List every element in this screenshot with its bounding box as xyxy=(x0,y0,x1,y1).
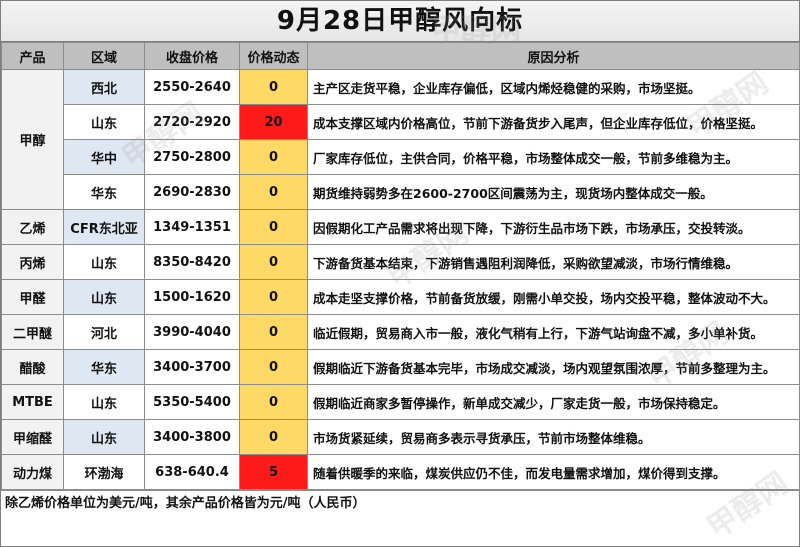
reason-cell: 市场货紧延续，贸易商多表示寻货承压，节前市场整体维稳。 xyxy=(307,419,800,455)
table-row: 甲醇 西北 2550-2640 0 主产区走货平稳，企业库存偏低，区域内烯烃稳健… xyxy=(1,69,800,210)
region-cell: 河北 xyxy=(63,314,145,350)
change-cell: 0 xyxy=(239,174,308,210)
price-cell: 3400-3800 xyxy=(144,419,240,455)
product-cell: 醋酸 xyxy=(1,349,64,385)
product-cell: 甲醛 xyxy=(1,279,64,315)
region-cell: 华中 xyxy=(63,139,145,175)
price-cell: 3990-4040 xyxy=(144,314,240,350)
table-row: 丙烯 山东 8350-8420 0 下游备货基本结束，下游销售遇阻利润降低，采购… xyxy=(1,244,800,280)
change-cell: 0 xyxy=(239,244,308,280)
price-table: 产品 区域 收盘价格 价格动态 原因分析 甲醇 西北 2550-2640 0 主… xyxy=(1,42,800,490)
region-cell: 山东 xyxy=(63,244,145,280)
change-cell: 0 xyxy=(239,419,308,455)
region-cell: 山东 xyxy=(63,279,145,315)
price-cell: 3400-3700 xyxy=(144,349,240,385)
table-row: 华东 2690-2830 0 期货维持弱势多在2600-2700区间震荡为主，现… xyxy=(2,174,800,210)
table-row: 甲缩醛 山东 3400-3800 0 市场货紧延续，贸易商多表示寻货承压，节前市… xyxy=(1,419,800,455)
price-cell: 1349-1351 xyxy=(144,209,240,245)
region-cell: 山东 xyxy=(63,419,145,455)
table-row: 山东 2720-2920 20 成本支撑区域内价格高位，节前下游备货步入尾声，但… xyxy=(2,104,800,140)
reason-cell: 成本支撑区域内价格高位，节前下游备货步入尾声，但企业库存低位，价格坚挺。 xyxy=(307,104,800,140)
table-row: 二甲醚 河北 3990-4040 0 临近假期，贸易商入市一般，液化气稍有上行，… xyxy=(1,314,800,350)
reason-cell: 假期临近下游备货基本完毕，市场成交减淡，场内观望氛围浓厚，节前多整理为主。 xyxy=(307,349,800,385)
price-cell: 5350-5400 xyxy=(144,384,240,420)
price-cell: 2750-2800 xyxy=(144,139,240,175)
change-cell: 20 xyxy=(239,104,308,140)
product-cell: MTBE xyxy=(1,384,64,420)
change-cell: 0 xyxy=(239,314,308,350)
header-product: 产品 xyxy=(1,42,64,70)
change-cell: 0 xyxy=(239,384,308,420)
price-cell: 2690-2830 xyxy=(144,174,240,210)
reason-cell: 期货维持弱势多在2600-2700区间震荡为主，现货场内整体成交一般。 xyxy=(307,174,800,210)
change-cell: 0 xyxy=(239,69,308,105)
table-row: 动力煤 环渤海 638-640.4 5 随着供暖季的来临，煤炭供应仍不佳，而发电… xyxy=(1,454,800,490)
change-cell: 0 xyxy=(239,349,308,385)
region-cell: 西北 xyxy=(63,69,145,105)
product-cell: 甲缩醛 xyxy=(1,419,64,455)
header-change: 价格动态 xyxy=(239,42,308,70)
region-cell: 山东 xyxy=(63,104,145,140)
price-cell: 2550-2640 xyxy=(144,69,240,105)
price-cell: 1500-1620 xyxy=(144,279,240,315)
reason-cell: 假期临近商家多暂停操作，新单成交减少，厂家走货一般，市场保持稳定。 xyxy=(307,384,800,420)
report-container: 9月28日甲醇风向标 产品 区域 收盘价格 价格动态 原因分析 甲醇 西北 25… xyxy=(0,0,800,547)
table-row: 华中 2750-2800 0 厂家库存低位，主供合同，价格平稳，市场整体成交一般… xyxy=(2,139,800,175)
price-cell: 8350-8420 xyxy=(144,244,240,280)
reason-cell: 随着供暖季的来临，煤炭供应仍不佳，而发电量需求增加，煤价得到支撑。 xyxy=(307,454,800,490)
table-row: 乙烯 CFR东北亚 1349-1351 0 因假期化工产品需求将出现下降，下游衍… xyxy=(1,209,800,245)
product-cell: 二甲醚 xyxy=(1,314,64,350)
product-cell: 甲醇 xyxy=(1,69,64,210)
reason-cell: 临近假期，贸易商入市一般，液化气稍有上行，下游气站询盘不减，多小单补货。 xyxy=(307,314,800,350)
table-header-row: 产品 区域 收盘价格 价格动态 原因分析 xyxy=(1,42,800,70)
change-cell: 0 xyxy=(239,209,308,245)
region-cell: 华东 xyxy=(63,349,145,385)
price-cell: 638-640.4 xyxy=(144,454,240,490)
product-cell: 乙烯 xyxy=(1,209,64,245)
region-cell: 山东 xyxy=(63,384,145,420)
change-cell: 0 xyxy=(239,279,308,315)
region-cell: CFR东北亚 xyxy=(63,209,145,245)
table-row: 醋酸 华东 3400-3700 0 假期临近下游备货基本完毕，市场成交减淡，场内… xyxy=(1,349,800,385)
reason-cell: 厂家库存低位，主供合同，价格平稳，市场整体成交一般，节前多维稳为主。 xyxy=(307,139,800,175)
reason-cell: 主产区走货平稳，企业库存偏低，区域内烯烃稳健的采购，市场坚挺。 xyxy=(307,69,800,105)
change-cell: 0 xyxy=(239,139,308,175)
table-row: 甲醛 山东 1500-1620 0 成本走坚支撑价格，节前备货放缓，刚需小单交投… xyxy=(1,279,800,315)
page-title: 9月28日甲醇风向标 xyxy=(1,1,799,42)
region-cell: 华东 xyxy=(63,174,145,210)
price-cell: 2720-2920 xyxy=(144,104,240,140)
product-cell: 丙烯 xyxy=(1,244,64,280)
footnote: 除乙烯价格单位为美元/吨，其余产品价格皆为元/吨（人民币） xyxy=(1,490,799,517)
region-cell: 环渤海 xyxy=(63,454,145,490)
header-region: 区域 xyxy=(63,42,145,70)
change-cell: 5 xyxy=(239,454,308,490)
table-row: MTBE 山东 5350-5400 0 假期临近商家多暂停操作，新单成交减少，厂… xyxy=(1,384,800,420)
product-cell: 动力煤 xyxy=(1,454,64,490)
reason-cell: 因假期化工产品需求将出现下降，下游衍生品市场下跌，市场承压，交投转淡。 xyxy=(307,209,800,245)
header-price: 收盘价格 xyxy=(144,42,240,70)
reason-cell: 成本走坚支撑价格，节前备货放缓，刚需小单交投，场内交投平稳，整体波动不大。 xyxy=(307,279,800,315)
header-reason: 原因分析 xyxy=(307,42,800,70)
reason-cell: 下游备货基本结束，下游销售遇阻利润降低，采购欲望减淡，市场行情维稳。 xyxy=(307,244,800,280)
